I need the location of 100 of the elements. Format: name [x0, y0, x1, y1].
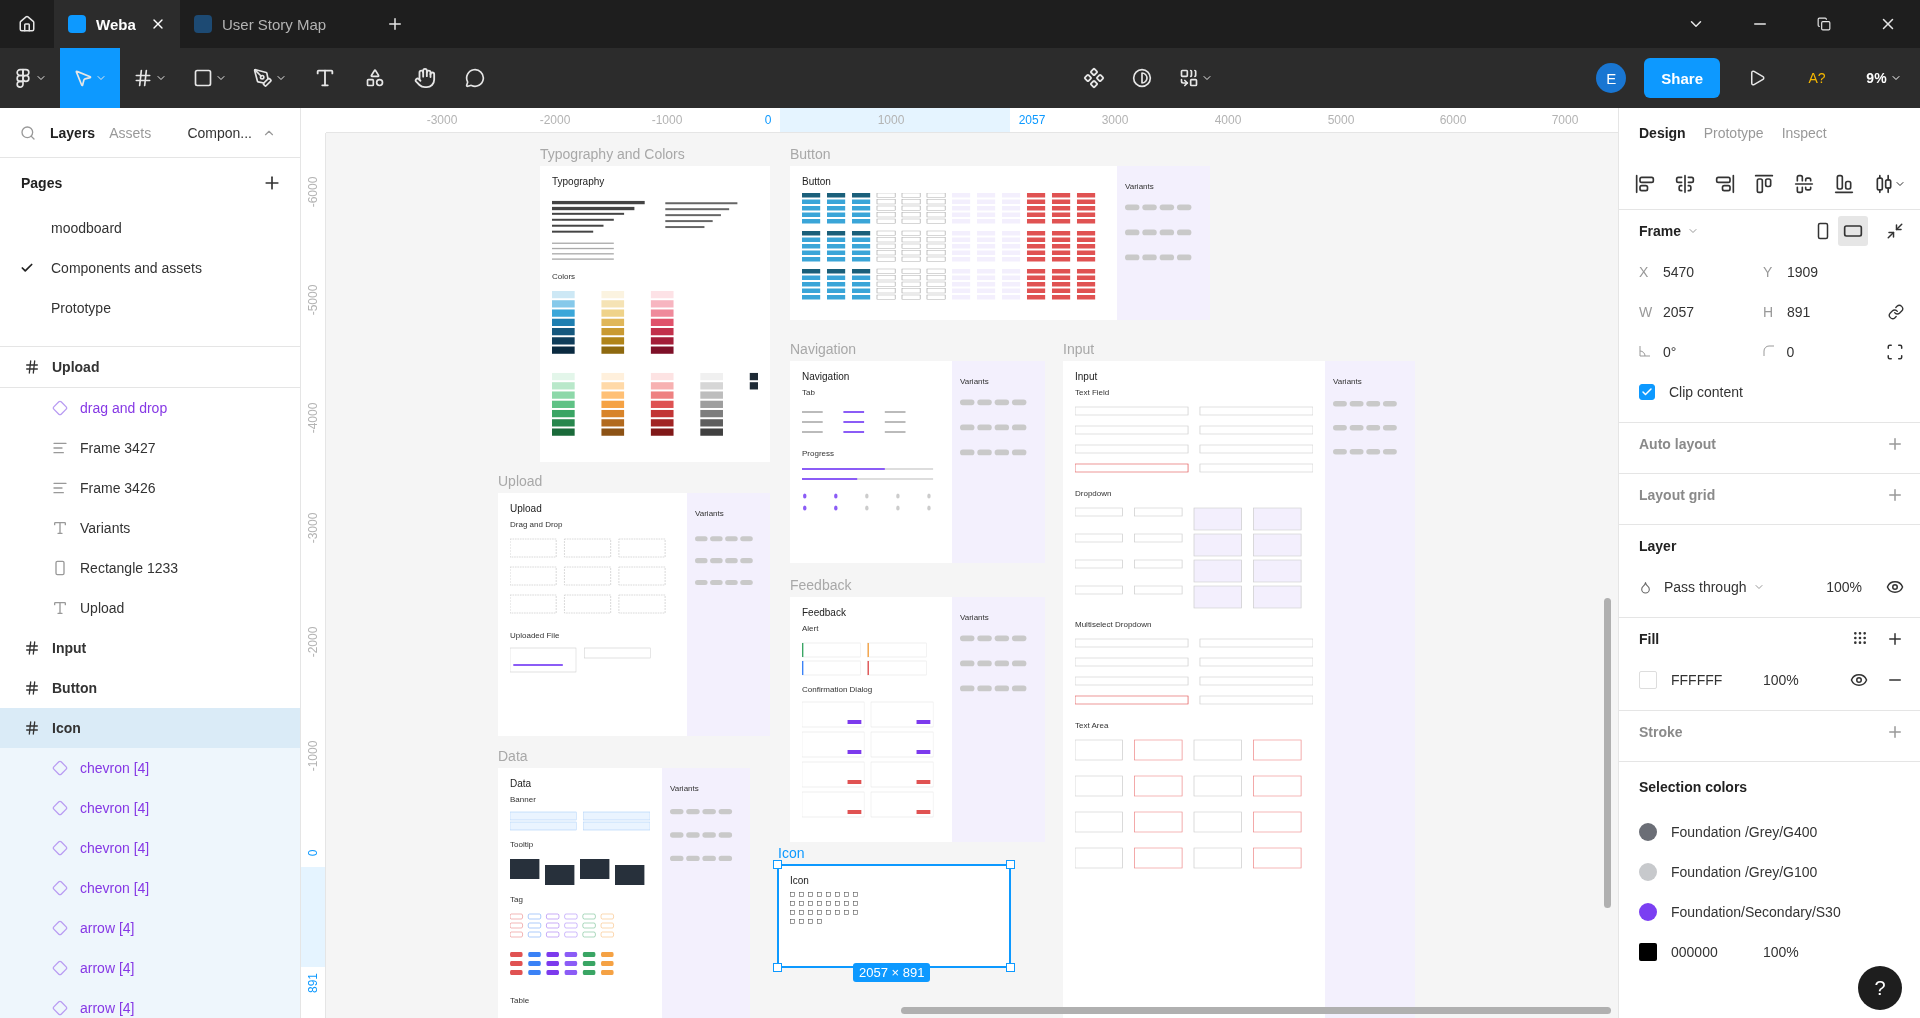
blend-mode-dropdown[interactable]: Pass through	[1664, 579, 1747, 595]
frame-card[interactable]: Typography Colors	[540, 166, 770, 462]
frame-title: Button	[802, 176, 832, 187]
frame-card[interactable]: Data Banner Tooltip Tag Table	[498, 768, 662, 1018]
variants-title: Variants	[695, 509, 725, 518]
resize-to-fit-icon[interactable]	[1886, 222, 1904, 240]
align-top-icon[interactable]	[1754, 173, 1775, 194]
scrollbar-thumb[interactable]	[1604, 598, 1611, 908]
align-bottom-icon[interactable]	[1834, 173, 1855, 194]
auto-layout-icon	[52, 480, 68, 496]
blend-icon	[1639, 580, 1652, 594]
color-style-name: Foundation/Secondary/S30	[1671, 904, 1841, 920]
ruler-label: 2057	[1018, 113, 1046, 127]
eye-icon[interactable]	[1850, 671, 1868, 689]
section-title: Colors	[552, 271, 577, 281]
component-icon	[52, 760, 68, 776]
ruler-label: 1000	[877, 113, 905, 127]
section-title: Tag	[510, 895, 524, 904]
section-title: Multiselect Dropdown	[1075, 620, 1153, 629]
field-label: Y	[1763, 264, 1774, 280]
section-title: Text Field	[1075, 388, 1111, 397]
section-title: Drag and Drop	[510, 520, 564, 529]
corner-radius-icon	[1762, 345, 1775, 357]
frame-card[interactable]: Upload Drag and Drop Uploaded File	[498, 493, 687, 736]
layer-item[interactable]: chevron [4]	[0, 868, 300, 908]
section-title: Auto layout	[1639, 436, 1716, 452]
align-right-icon[interactable]	[1714, 173, 1735, 194]
text-icon	[314, 67, 336, 89]
checkbox[interactable]	[1639, 384, 1655, 400]
variants-title: Variants	[960, 613, 990, 622]
layer-item[interactable]: chevron [4]	[0, 788, 300, 828]
layer-item[interactable]: arrow [4]	[0, 908, 300, 948]
ruler-label: -1000	[306, 740, 320, 772]
opacity-field[interactable]: 100%	[1763, 672, 1799, 688]
color-dot[interactable]	[1639, 903, 1657, 921]
section-title: Alert	[802, 624, 820, 633]
number-field[interactable]: 891	[1787, 304, 1887, 320]
frame-title: Feedback	[802, 607, 847, 618]
page-item[interactable]: Prototype	[0, 288, 300, 328]
page-item[interactable]: moodboard	[0, 208, 300, 248]
rotation-field[interactable]: 0°	[1662, 344, 1763, 360]
variants-title: Variants	[960, 377, 990, 386]
color-dot[interactable]	[1639, 863, 1657, 881]
color-style-name: Foundation /Grey/G100	[1671, 864, 1818, 880]
ruler-label: -5000	[306, 284, 320, 316]
help-button[interactable]: ?	[1858, 966, 1902, 1010]
frame-card[interactable]: Input Text Field Dropdown Multiselect Dropdown Text Area	[1063, 361, 1325, 1018]
frame-card[interactable]: Button	[790, 166, 1117, 320]
number-field[interactable]: 2057	[1663, 304, 1763, 320]
layer-item[interactable]: Icon	[0, 708, 300, 748]
landscape-button[interactable]	[1838, 216, 1868, 246]
file-tab[interactable]: Weba	[54, 0, 180, 48]
page-item[interactable]: Components and assets	[0, 248, 300, 288]
eye-icon[interactable]	[1886, 578, 1904, 596]
panel-tab[interactable]: Design	[1639, 125, 1686, 141]
scrollbar-thumb[interactable]	[901, 1007, 1611, 1014]
styles-icon[interactable]	[1852, 630, 1868, 646]
independent-corners-icon[interactable]	[1886, 343, 1904, 361]
frame-title: Input	[1075, 371, 1099, 382]
section-title: Pages	[21, 175, 63, 191]
constrain-proportions-icon[interactable]	[1888, 304, 1904, 320]
shapes-icon	[365, 68, 385, 88]
hex-field[interactable]: FFFFFF	[1671, 672, 1763, 688]
check-icon	[1641, 386, 1653, 398]
page-dropdown[interactable]: Compon...	[181, 123, 282, 142]
hex-field[interactable]: 000000	[1671, 944, 1763, 960]
frame-dropdown[interactable]: Frame	[1639, 223, 1682, 239]
section-title: Layer	[1639, 538, 1677, 554]
number-field[interactable]: 1909	[1787, 264, 1887, 280]
pen-icon	[253, 68, 273, 88]
layer-item[interactable]: arrow [4]	[0, 988, 300, 1018]
frame-card[interactable]: Feedback Alert Confirmation Dialog	[790, 597, 952, 842]
file-icon	[68, 15, 86, 33]
panel-tab[interactable]: Layers	[50, 124, 96, 141]
section-title: Fill	[1639, 631, 1660, 647]
add-icon[interactable]	[1886, 630, 1904, 648]
align-center-icon[interactable]	[1674, 173, 1695, 194]
opacity-field[interactable]: 100%	[1826, 579, 1862, 595]
layer-item[interactable]: arrow [4]	[0, 948, 300, 988]
align-middle-icon[interactable]	[1794, 173, 1815, 194]
frame-title: Navigation	[802, 371, 851, 382]
zoom-menu[interactable]: 9%	[1848, 48, 1920, 108]
layer-item[interactable]: chevron [4]	[0, 828, 300, 868]
align-left-icon[interactable]	[1635, 173, 1655, 194]
opacity-field[interactable]: 100%	[1763, 944, 1799, 960]
frame-icon	[24, 359, 40, 375]
font-warning-button[interactable]: A?	[1786, 48, 1848, 108]
color-dot[interactable]	[1639, 823, 1657, 841]
layer-item[interactable]: chevron [4]	[0, 748, 300, 788]
user-avatar[interactable]: E	[1596, 63, 1627, 93]
radius-field[interactable]: 0	[1786, 344, 1887, 360]
color-swatch[interactable]	[1639, 943, 1657, 961]
frame-icon	[24, 720, 40, 736]
number-field[interactable]: 5470	[1663, 264, 1763, 280]
frame-card[interactable]: Navigation Tab Progress	[790, 361, 952, 563]
color-swatch[interactable]	[1639, 671, 1657, 689]
frame-icon	[24, 640, 40, 656]
frame-title: Upload	[510, 503, 543, 514]
search-icon[interactable]	[20, 124, 36, 141]
frame-card[interactable]: Icon	[778, 865, 1010, 967]
